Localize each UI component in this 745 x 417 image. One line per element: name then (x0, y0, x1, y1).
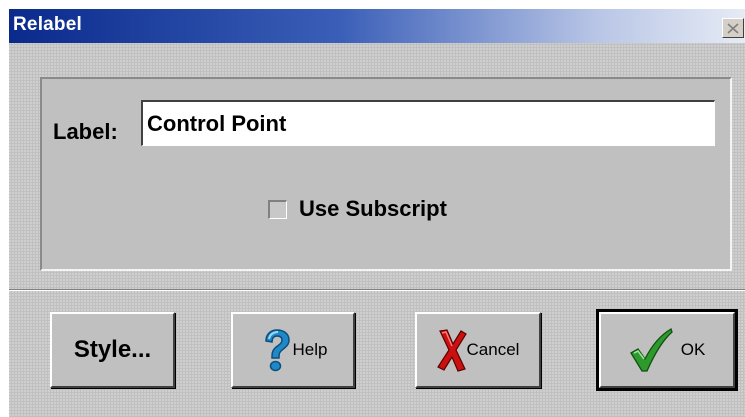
cancel-button-label: Cancel (466, 340, 520, 359)
cancel-button[interactable]: Cancel (415, 312, 541, 388)
question-mark-icon (259, 328, 293, 372)
close-icon (727, 22, 739, 34)
label-group-panel: Label: Use Subscript (40, 77, 732, 271)
window-title: Relabel (13, 14, 82, 35)
separator (9, 289, 745, 291)
help-button-label: Help (292, 340, 328, 359)
green-checkmark-icon (629, 327, 673, 373)
label-caption: Label: (53, 119, 118, 144)
red-x-icon (436, 327, 467, 373)
ok-button[interactable]: OK (596, 309, 738, 391)
use-subscript-row[interactable]: Use Subscript (268, 196, 447, 222)
relabel-dialog: Relabel Label: Use Subscript Style... (8, 8, 745, 417)
use-subscript-label[interactable]: Use Subscript (299, 196, 447, 222)
ok-button-label: OK (680, 340, 706, 359)
help-button[interactable]: Help (231, 312, 355, 388)
title-bar[interactable]: Relabel (9, 9, 745, 43)
style-button-label: Style... (73, 336, 152, 363)
close-button[interactable] (722, 18, 744, 38)
use-subscript-checkbox[interactable] (268, 199, 287, 219)
label-input[interactable] (141, 100, 715, 146)
style-button[interactable]: Style... (50, 312, 175, 388)
